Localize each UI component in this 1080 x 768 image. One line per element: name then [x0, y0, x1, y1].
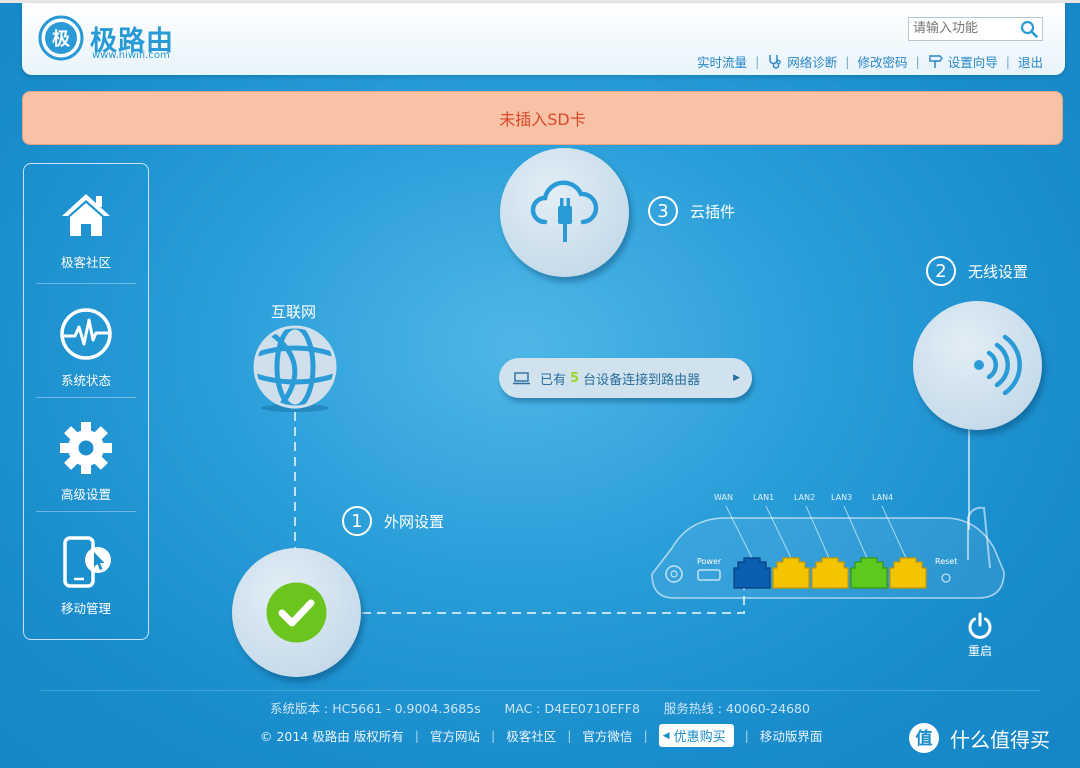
wifi-signal-icon	[974, 334, 1022, 396]
copyright-text: © 2014 极路由 版权所有	[260, 729, 404, 744]
sale-label: 优惠购买	[673, 730, 726, 745]
watermark-icon: 值	[909, 723, 939, 753]
step3-text: 云插件	[690, 202, 736, 221]
tag-icon: ◀	[662, 730, 670, 741]
step1-text: 外网设置	[384, 512, 445, 531]
version-text: 系统版本 : HC5661 - 0.9004.3685s	[270, 701, 481, 716]
sale-button[interactable]: ◀ 优惠购买	[658, 724, 734, 747]
divider: |	[744, 728, 749, 743]
divider: |	[643, 728, 648, 743]
devices-prefix: 已有	[540, 372, 567, 388]
svg-text:值: 值	[916, 728, 933, 749]
power-icon	[968, 612, 992, 639]
devices-suffix: 台设备连接到路由器	[583, 372, 701, 388]
step1-number: 1	[342, 506, 372, 536]
step1-label[interactable]: 1 外网设置	[342, 506, 444, 536]
reset-label: Reset	[935, 557, 958, 566]
port-label-lan1: LAN1	[753, 493, 775, 502]
port-label-lan4: LAN4	[872, 493, 894, 502]
internet-label: 互联网	[271, 303, 317, 321]
globe-icon[interactable]	[252, 324, 338, 414]
port-label-lan3: LAN3	[831, 493, 853, 502]
footer-divider	[40, 690, 1040, 691]
restart-label: 重启	[967, 644, 992, 658]
footer-links: © 2014 极路由 版权所有 | 官方网站 | 极客社区 | 官方微信 | ◀…	[260, 724, 822, 747]
wechat-link[interactable]: 官方微信	[582, 726, 632, 745]
restart-button[interactable]: 重启	[960, 612, 1000, 659]
hotline-text: 服务热线 : 40060-24680	[663, 701, 810, 716]
system-info: 系统版本 : HC5661 - 0.9004.3685s MAC : D4EE0…	[0, 698, 1080, 717]
wireless-settings-button[interactable]	[913, 301, 1042, 430]
devices-count: 5	[570, 370, 580, 386]
port-label-wan: WAN	[714, 493, 733, 502]
check-icon	[266, 582, 327, 643]
router-ports	[733, 557, 927, 589]
laptop-icon	[513, 371, 530, 384]
mobile-version-link[interactable]: 移动版界面	[760, 726, 823, 745]
divider: |	[490, 728, 496, 743]
mac-text: MAC : D4EE0710EFF8	[504, 701, 640, 716]
step2-label[interactable]: 2 无线设置	[926, 256, 1028, 286]
arrow-icon: ▶	[733, 373, 740, 383]
router-diagram	[651, 505, 1005, 599]
divider: |	[567, 728, 572, 743]
port-label-lan2: LAN2	[794, 493, 816, 502]
watermark: 值 什么值得买	[908, 722, 1050, 754]
cloud-plugin-button[interactable]	[500, 148, 629, 277]
cloud-plug-icon	[530, 180, 599, 242]
community-link[interactable]: 极客社区	[506, 726, 556, 745]
step2-number: 2	[926, 256, 956, 286]
official-site-link[interactable]: 官方网站	[430, 726, 480, 745]
wan-settings-button[interactable]	[232, 548, 361, 677]
watermark-text: 什么值得买	[950, 727, 1050, 752]
step2-text: 无线设置	[968, 262, 1029, 281]
step3-number: 3	[648, 196, 678, 226]
divider: |	[414, 728, 419, 743]
connected-devices-button[interactable]: 已有 5 台设备连接到路由器 ▶	[499, 358, 752, 398]
step3-label[interactable]: 3 云插件	[648, 196, 735, 226]
power-label: Power	[697, 557, 722, 566]
